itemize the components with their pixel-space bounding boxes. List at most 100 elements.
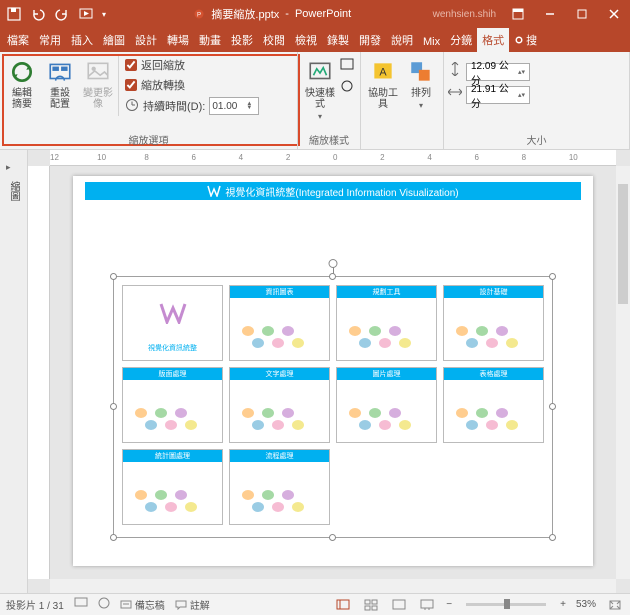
undo-icon[interactable] (30, 6, 46, 22)
return-zoom-checkbox[interactable]: 返回縮放 (125, 56, 259, 74)
zoom-out-button[interactable]: − (446, 599, 452, 610)
resize-handle-br[interactable] (549, 534, 556, 541)
effects-button[interactable] (340, 79, 356, 98)
group-label-zoom-options: 縮放選項 (4, 130, 293, 149)
tab-format[interactable]: 格式 (477, 28, 509, 52)
tab-file[interactable]: 檔案 (2, 28, 34, 52)
save-icon[interactable] (6, 6, 22, 22)
section-thumbnail[interactable]: 圖片處理 (336, 367, 437, 443)
notes-button[interactable]: 備忘稿 (120, 597, 165, 612)
section-thumbnail[interactable]: 版面處理 (122, 367, 223, 443)
assist-tools-button[interactable]: A 協助工 具 (365, 56, 401, 112)
section-thumbnail[interactable]: 統計圖處理 (122, 449, 223, 525)
thumbnail-panel[interactable]: ▸ 縮圖 (0, 150, 28, 593)
maximize-icon[interactable] (566, 0, 598, 28)
slideshow-view-icon[interactable] (418, 597, 436, 613)
group-label-quick-styles: 縮放樣式 (302, 130, 356, 149)
vertical-scrollbar[interactable] (616, 166, 630, 579)
section-thumbnail[interactable]: 流程處理 (229, 449, 330, 525)
tab-mix[interactable]: Mix (418, 32, 445, 52)
filename: 摘要縮放.pptx (211, 6, 279, 22)
ruler-tick: 6 (192, 150, 196, 165)
tab-developer[interactable]: 開發 (354, 28, 386, 52)
section-title: 資訊圖表 (230, 286, 329, 298)
edit-summary-button[interactable]: 編輯 摘要 (4, 56, 40, 112)
ruler-tick: 8 (144, 150, 148, 165)
resize-handle-tl[interactable] (110, 273, 117, 280)
section-title: 規劃工具 (337, 286, 436, 298)
bubble-cluster (341, 326, 432, 356)
quick-styles-button[interactable]: 快速樣式 ▾ (302, 56, 338, 123)
resize-handle-b[interactable] (329, 534, 336, 541)
section-thumbnail[interactable]: 資訊圖表 (229, 285, 330, 361)
tab-transitions[interactable]: 轉場 (162, 28, 194, 52)
bubble-cluster (127, 408, 218, 438)
tab-animations[interactable]: 動畫 (194, 28, 226, 52)
height-input[interactable]: 12.09 公分▴▾ (466, 63, 530, 81)
section-thumbnail[interactable]: 文字處理 (229, 367, 330, 443)
tab-insert[interactable]: 插入 (66, 28, 98, 52)
section-title: 文字處理 (230, 368, 329, 380)
tab-review[interactable]: 校閱 (258, 28, 290, 52)
expand-icon[interactable]: ▸ (6, 162, 21, 173)
reading-view-icon[interactable] (390, 597, 408, 613)
section-thumbnail[interactable]: 表格處理 (443, 367, 544, 443)
minimize-icon[interactable] (534, 0, 566, 28)
group-label-size: 大小 (448, 130, 625, 149)
zoom-slider[interactable] (466, 603, 546, 606)
duration-spinner[interactable]: 01.00 ▲▼ (209, 97, 259, 115)
zoom-level[interactable]: 53% (576, 599, 596, 610)
ribbon-options-icon[interactable] (502, 0, 534, 28)
bubble-cluster (234, 408, 325, 438)
tab-tellme[interactable]: 搜 (509, 28, 542, 52)
arrange-button[interactable]: 排列 ▾ (403, 56, 439, 112)
tab-slideshow[interactable]: 投影 (226, 28, 258, 52)
bubble-cluster (341, 408, 432, 438)
comments-button[interactable]: 註解 (175, 597, 210, 612)
change-image-button: 變更影 像 (80, 56, 116, 112)
border-button[interactable] (340, 58, 356, 77)
section-thumbnail[interactable]: 視覺化資訊統整 (122, 285, 223, 361)
reset-layout-button[interactable]: 重設 配置 (42, 56, 78, 112)
zoom-in-button[interactable]: + (560, 599, 566, 610)
tab-draw[interactable]: 繪圖 (98, 28, 130, 52)
zoom-transition-checkbox[interactable]: 縮放轉換 (125, 76, 259, 94)
clock-icon (125, 98, 139, 115)
resize-handle-r[interactable] (549, 403, 556, 410)
bubble-cluster (448, 326, 539, 356)
tab-record[interactable]: 錄製 (322, 28, 354, 52)
qat-dropdown-icon[interactable]: ▾ (102, 10, 106, 19)
slide-canvas[interactable]: 視覺化資訊統整(Integrated Information Visualiza… (73, 176, 593, 566)
section-thumbnail[interactable]: 設計基礎 (443, 285, 544, 361)
slideshow-icon[interactable] (78, 6, 94, 22)
redo-icon[interactable] (54, 6, 70, 22)
tab-home[interactable]: 常用 (34, 28, 66, 52)
tab-split[interactable]: 分鏡 (445, 28, 477, 52)
resize-handle-t[interactable] (329, 273, 336, 280)
resize-handle-l[interactable] (110, 403, 117, 410)
spinner-arrows-icon[interactable]: ▲▼ (246, 102, 256, 110)
statusbar: 投影片 1 / 31 備忘稿 註解 − + 53% (0, 593, 630, 615)
normal-view-icon[interactable] (334, 597, 352, 613)
accessibility-icon[interactable] (98, 597, 110, 612)
summary-zoom-frame[interactable]: 視覺化資訊統整資訊圖表規劃工具設計基礎版面處理文字處理圖片處理表格處理統計圖處理… (113, 276, 553, 538)
rotate-handle[interactable] (329, 259, 338, 268)
height-icon (448, 62, 462, 81)
ribbon: 編輯 摘要 重設 配置 變更影 像 返回縮放 縮放轉換 持續時間(D): 01.… (0, 52, 630, 150)
tab-view[interactable]: 檢視 (290, 28, 322, 52)
sorter-view-icon[interactable] (362, 597, 380, 613)
close-icon[interactable] (598, 0, 630, 28)
spellcheck-icon[interactable] (74, 597, 88, 612)
width-input[interactable]: 21.91 公分▴▾ (466, 86, 530, 104)
resize-handle-bl[interactable] (110, 534, 117, 541)
section-thumbnail[interactable]: 規劃工具 (336, 285, 437, 361)
resize-handle-tr[interactable] (549, 273, 556, 280)
width-icon (448, 85, 462, 104)
tab-help[interactable]: 說明 (386, 28, 418, 52)
tab-design[interactable]: 設計 (130, 28, 162, 52)
titlebar: ▾ P 摘要縮放.pptx - PowerPoint wenhsien.shih (0, 0, 630, 28)
slide-counter[interactable]: 投影片 1 / 31 (6, 597, 64, 612)
section-title: 設計基礎 (444, 286, 543, 298)
horizontal-scrollbar[interactable] (50, 579, 616, 593)
fit-window-icon[interactable] (606, 597, 624, 613)
